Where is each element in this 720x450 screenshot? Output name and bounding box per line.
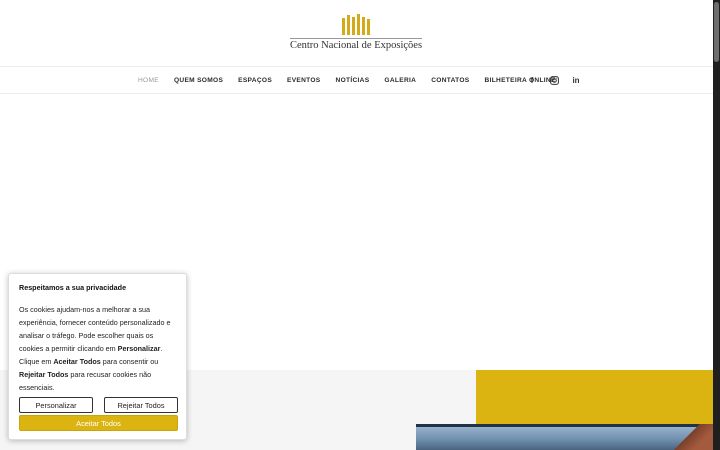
cookie-bold-personalizar: Personalizar (117, 344, 161, 353)
reject-all-button[interactable]: Rejeitar Todos (104, 397, 178, 413)
nav-item-eventos[interactable]: EVENTOS (287, 77, 321, 84)
nav-item-contatos[interactable]: CONTATOS (431, 77, 469, 84)
instagram-glyph-icon (549, 75, 559, 85)
logo-text: Centro Nacional de Exposições (289, 38, 423, 51)
page: Centro Nacional de Exposições HOME QUEM … (0, 0, 713, 450)
photo-frame (416, 424, 713, 427)
cookie-consent-dialog: Respeitamos a sua privacidade Os cookies… (8, 273, 187, 440)
site-logo[interactable]: Centro Nacional de Exposições (289, 14, 423, 54)
building-photo (416, 424, 713, 450)
nav-item-quem-somos[interactable]: QUEM SOMOS (174, 77, 223, 84)
cookie-text-3: para consentir ou (100, 357, 159, 366)
nav-list: HOME QUEM SOMOS ESPAÇOS EVENTOS NOTÍCIAS… (138, 67, 571, 94)
nav-item-espacos[interactable]: ESPAÇOS (238, 77, 272, 84)
logo-mark-icon (342, 14, 370, 35)
instagram-icon[interactable] (549, 74, 559, 86)
social-links: f in (527, 74, 581, 86)
nav-item-noticias[interactable]: NOTÍCIAS (336, 77, 370, 84)
cookie-button-row: Personalizar Rejeitar Todos (19, 397, 178, 413)
cookie-description: Os cookies ajudam-nos a melhorar a sua e… (19, 303, 176, 394)
cookie-title: Respeitamos a sua privacidade (19, 283, 127, 292)
cookie-bold-aceitar: Aceitar Todos (53, 357, 101, 366)
nav-item-home[interactable]: HOME (138, 77, 159, 84)
linkedin-icon[interactable]: in (571, 74, 581, 86)
cookie-bold-rejeitar: Rejeitar Todos (19, 370, 69, 379)
accept-all-button[interactable]: Aceitar Todos (19, 415, 178, 431)
nav-item-galeria[interactable]: GALERIA (384, 77, 416, 84)
customize-button[interactable]: Personalizar (19, 397, 93, 413)
scrollbar[interactable] (713, 0, 720, 450)
facebook-icon[interactable]: f (527, 74, 537, 86)
scrollbar-thumb[interactable] (714, 2, 719, 62)
accent-block (476, 370, 713, 424)
main-nav: HOME QUEM SOMOS ESPAÇOS EVENTOS NOTÍCIAS… (0, 66, 713, 94)
photo-roof (673, 424, 713, 450)
